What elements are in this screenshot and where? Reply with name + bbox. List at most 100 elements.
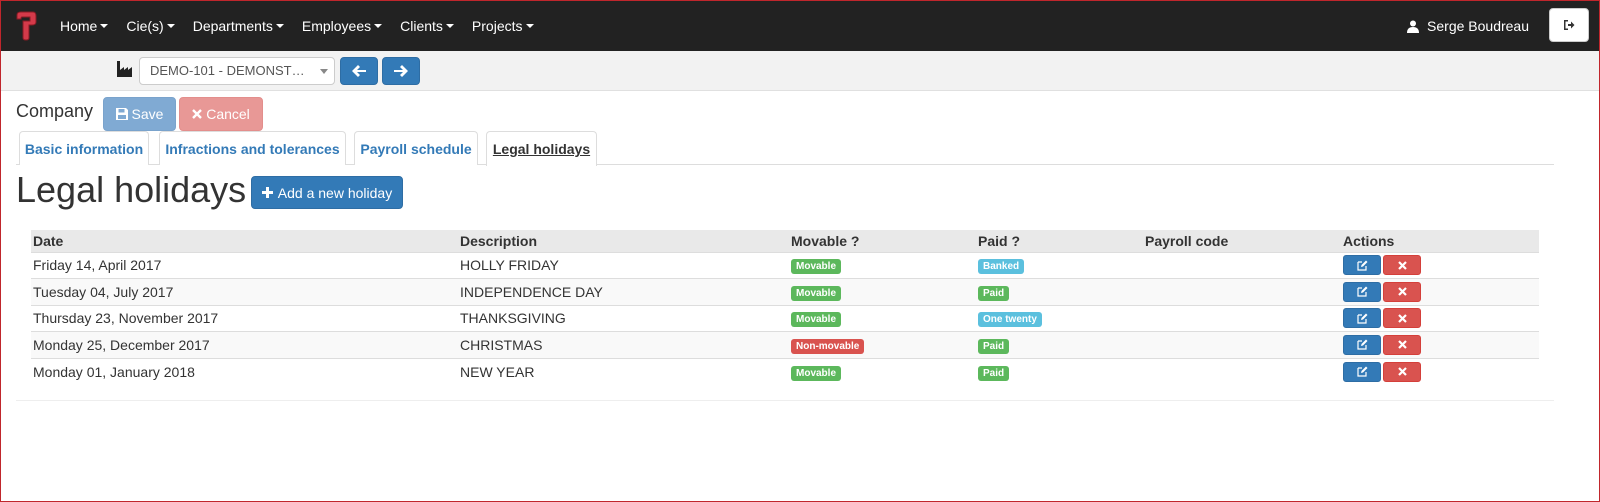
close-icon	[1397, 287, 1407, 297]
caret-down-icon	[525, 24, 534, 28]
user-name: Serge Boudreau	[1427, 18, 1529, 34]
nav-projects[interactable]: Projects	[463, 1, 543, 51]
edit-icon	[1356, 286, 1367, 297]
cancel-button[interactable]: Cancel	[179, 97, 263, 131]
user-menu[interactable]: Serge Boudreau	[1407, 1, 1529, 51]
paid-badge: Paid	[978, 365, 1010, 381]
edit-icon	[1356, 260, 1367, 271]
cell-description: THANKSGIVING	[458, 305, 789, 332]
arrow-left-icon	[352, 65, 366, 77]
col-header-movable[interactable]: Movable ?	[789, 230, 976, 253]
cell-date: Monday 01, January 2018	[33, 363, 195, 380]
industry-icon	[117, 61, 132, 77]
paid-badge: Paid	[978, 285, 1010, 301]
tab-payroll-schedule[interactable]: Payroll schedule	[354, 131, 478, 165]
col-header-description[interactable]: Description	[458, 230, 789, 253]
cell-payroll-code	[1143, 331, 1341, 359]
caret-down-icon	[100, 24, 109, 28]
edit-button[interactable]	[1343, 281, 1381, 302]
caret-down-icon	[166, 24, 175, 28]
chevron-down-icon	[320, 69, 328, 74]
table-row: Monday 25, December 2017 CHRISTMAS Non-m…	[31, 331, 1539, 359]
arrow-right-icon	[394, 65, 408, 77]
page-title: Legal holidays	[16, 169, 247, 210]
tab-basic-information[interactable]: Basic information	[19, 131, 149, 165]
company-select[interactable]: DEMO-101 - DEMONSTRATION	[139, 57, 335, 85]
tab-legal-holidays[interactable]: Legal holidays	[486, 131, 597, 166]
next-company-button[interactable]	[382, 57, 420, 85]
sign-out-icon	[1564, 20, 1575, 30]
movable-badge: Movable	[791, 259, 842, 275]
edit-icon	[1356, 339, 1367, 350]
company-tabs: Basic information Infractions and tolera…	[16, 131, 1554, 166]
cell-payroll-code	[1143, 305, 1341, 332]
caret-down-icon	[445, 24, 454, 28]
company-toolbar: DEMO-101 - DEMONSTRATION	[1, 51, 1599, 91]
delete-button[interactable]	[1383, 308, 1421, 329]
cell-payroll-code	[1143, 358, 1341, 385]
cell-date: Thursday 23, November 2017	[31, 305, 458, 332]
section-label: Company	[16, 101, 94, 121]
paid-badge: Banked	[978, 259, 1025, 275]
close-icon	[1397, 367, 1407, 376]
floppy-disk-icon	[115, 108, 128, 120]
delete-button[interactable]	[1383, 361, 1421, 382]
holidays-table: Date Description Movable ? Paid ? Payrol…	[31, 230, 1539, 385]
table-row: Monday 01, January 2018 NEW YEAR Movable…	[31, 358, 1539, 385]
col-header-actions: Actions	[1341, 230, 1539, 253]
movable-badge: Non-movable	[791, 338, 865, 354]
edit-button[interactable]	[1343, 308, 1381, 329]
divider	[16, 400, 1554, 401]
nav-clients[interactable]: Clients	[391, 1, 463, 51]
top-navbar: Home Cie(s) Departments Employees Client…	[1, 1, 1599, 51]
edit-icon	[1356, 366, 1367, 377]
tab-infractions-tolerances[interactable]: Infractions and tolerances	[159, 131, 346, 165]
close-icon	[1397, 313, 1407, 323]
movable-badge: Movable	[791, 285, 842, 301]
movable-badge: Movable	[791, 365, 842, 381]
table-row: Friday 14, April 2017 HOLLY FRIDAY Movab…	[31, 252, 1539, 279]
edit-button[interactable]	[1343, 255, 1381, 276]
paid-badge: Paid	[978, 338, 1010, 354]
close-icon	[1397, 340, 1407, 350]
edit-button[interactable]	[1343, 361, 1381, 382]
previous-company-button[interactable]	[340, 57, 378, 85]
caret-down-icon	[374, 24, 383, 28]
nav-departments[interactable]: Departments	[184, 1, 293, 51]
cell-date: Monday 25, December 2017	[31, 331, 458, 359]
cell-description: NEW YEAR	[460, 363, 535, 380]
app-logo[interactable]	[1, 1, 51, 51]
close-icon	[192, 109, 203, 119]
col-header-paid[interactable]: Paid ?	[976, 230, 1143, 253]
nav-home[interactable]: Home	[51, 1, 117, 51]
cell-date: Tuesday 04, July 2017	[31, 278, 458, 306]
nav-employees[interactable]: Employees	[293, 1, 391, 51]
plus-icon	[261, 187, 273, 198]
cell-description: CHRISTMAS	[458, 331, 789, 359]
save-button[interactable]: Save	[103, 97, 176, 131]
delete-button[interactable]	[1383, 281, 1421, 302]
cell-payroll-code	[1143, 278, 1341, 306]
col-header-payroll-code[interactable]: Payroll code	[1143, 230, 1341, 253]
wrench-logo-icon	[16, 11, 37, 41]
delete-button[interactable]	[1383, 255, 1421, 276]
col-header-date[interactable]: Date	[31, 230, 458, 253]
logout-button[interactable]	[1549, 8, 1589, 42]
edit-icon	[1356, 313, 1367, 324]
movable-badge: Movable	[791, 312, 842, 328]
cell-description: HOLLY FRIDAY	[458, 252, 789, 279]
delete-button[interactable]	[1383, 334, 1421, 355]
cell-description: INDEPENDENCE DAY	[458, 278, 789, 306]
user-icon	[1407, 20, 1420, 33]
cell-payroll-code	[1143, 252, 1341, 279]
company-select-value: DEMO-101 - DEMONSTRATION	[150, 63, 335, 78]
caret-down-icon	[275, 24, 284, 28]
table-row: Thursday 23, November 2017 THANKSGIVING …	[31, 305, 1539, 332]
close-icon	[1397, 260, 1407, 270]
paid-badge: One twenty	[978, 312, 1042, 328]
table-header-row: Date Description Movable ? Paid ? Payrol…	[31, 230, 1539, 253]
nav-companies[interactable]: Cie(s)	[117, 1, 183, 51]
cell-date: Friday 14, April 2017	[31, 252, 458, 279]
edit-button[interactable]	[1343, 334, 1381, 355]
add-holiday-button[interactable]: Add a new holiday	[251, 176, 403, 209]
